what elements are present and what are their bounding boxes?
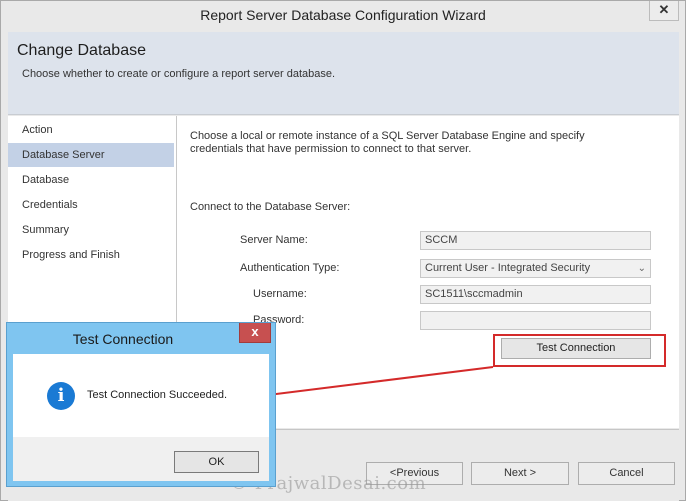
section-label: Connect to the Database Server: (190, 201, 351, 213)
nav-item-database-server[interactable]: Database Server (8, 143, 174, 167)
window-title: Report Server Database Configuration Wiz… (200, 7, 486, 23)
test-connection-dialog: Test Connection x i Test Connection Succ… (6, 322, 276, 487)
dialog-footer: OK (13, 437, 269, 481)
nav-item-credentials[interactable]: Credentials (8, 193, 174, 217)
username-field[interactable]: SC1511\sccmadmin (420, 285, 651, 304)
next-button[interactable]: Next > (471, 462, 569, 485)
auth-type-label: Authentication Type: (240, 262, 340, 274)
page-subtitle: Choose whether to create or configure a … (22, 68, 336, 80)
username-label: Username: (253, 288, 307, 300)
auth-type-select[interactable]: Current User - Integrated Security ⌄ (420, 259, 651, 278)
dialog-message: Test Connection Succeeded. (87, 389, 228, 401)
wizard-header: Change Database Choose whether to create… (8, 32, 679, 115)
chevron-down-icon: ⌄ (637, 263, 646, 274)
ok-button[interactable]: OK (174, 451, 259, 473)
nav-item-action[interactable]: Action (8, 118, 174, 142)
info-icon: i (47, 382, 75, 410)
dialog-body: i Test Connection Succeeded. (13, 354, 269, 437)
annotation-highlight-box (493, 334, 666, 367)
auth-type-value: Current User - Integrated Security (425, 262, 591, 274)
title-bar: Report Server Database Configuration Wiz… (1, 1, 685, 31)
close-button[interactable]: ✕ (649, 1, 679, 21)
step-description: Choose a local or remote instance of a S… (190, 130, 585, 155)
nav-item-database[interactable]: Database (8, 168, 174, 192)
dialog-title: Test Connection (72, 331, 174, 347)
dialog-close-button[interactable]: x (239, 323, 271, 343)
nav-item-summary[interactable]: Summary (8, 218, 174, 242)
server-name-field[interactable]: SCCM (420, 231, 651, 250)
cancel-button[interactable]: Cancel (578, 462, 675, 485)
password-field[interactable] (420, 311, 651, 330)
nav-item-progress[interactable]: Progress and Finish (8, 243, 174, 267)
server-name-label: Server Name: (240, 234, 308, 246)
page-title: Change Database (17, 42, 146, 59)
next-label: Next (503, 467, 527, 479)
